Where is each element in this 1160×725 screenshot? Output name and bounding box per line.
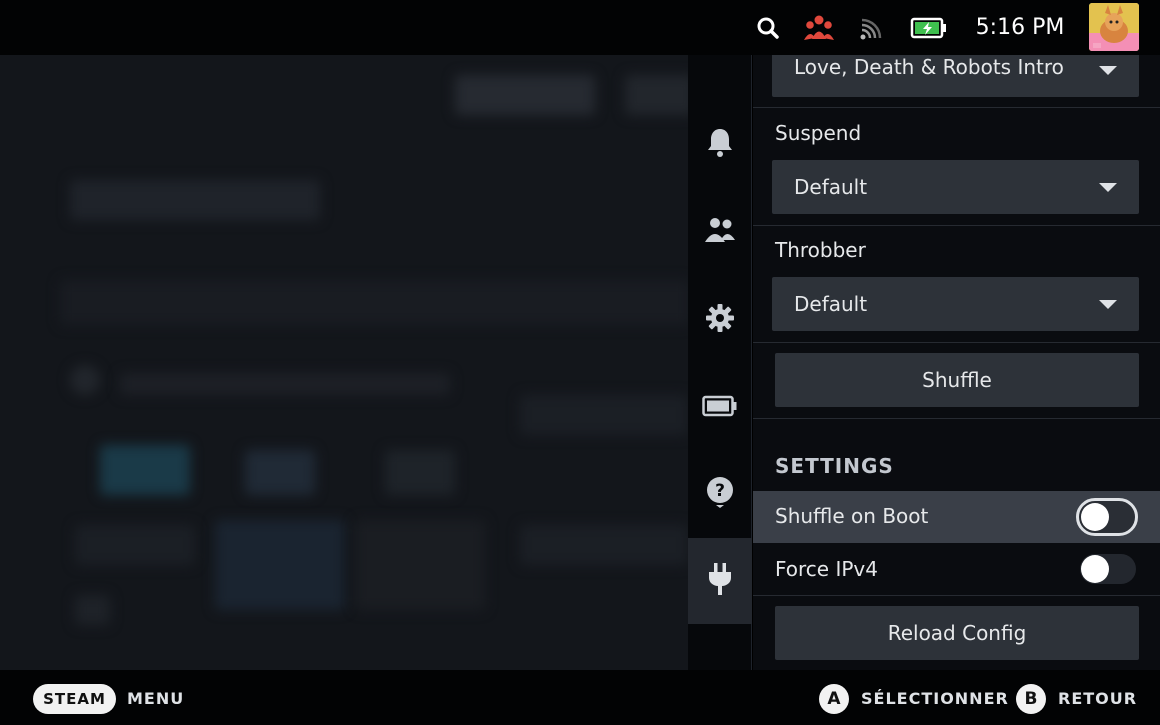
plug-icon — [707, 562, 733, 600]
sound-pack-dropdown[interactable]: Love, Death & Robots Intro — [772, 55, 1139, 97]
throbber-label: Throbber — [775, 238, 866, 262]
status-bar: 5:16 PM — [0, 0, 1160, 55]
bell-icon — [706, 127, 734, 161]
plugin-panel: Love, Death & Robots Intro Suspend Defau… — [753, 55, 1160, 670]
toggle-knob — [1081, 555, 1109, 583]
sound-pack-value: Love, Death & Robots Intro — [794, 55, 1064, 79]
side-nav: ? — [688, 55, 752, 670]
shuffle-on-boot-toggle[interactable] — [1076, 498, 1138, 536]
b-button-icon[interactable]: B — [1016, 684, 1046, 714]
throbber-dropdown[interactable]: Default — [772, 277, 1139, 331]
nav-performance[interactable] — [688, 365, 752, 451]
friends-icon — [704, 216, 736, 248]
toggle-knob — [1081, 503, 1109, 531]
gear-icon — [705, 303, 735, 337]
back-label: RETOUR — [1058, 689, 1138, 708]
suspend-label: Suspend — [775, 121, 862, 145]
wifi-icon[interactable] — [857, 15, 885, 43]
nav-settings[interactable] — [688, 277, 752, 363]
reload-config-button[interactable]: Reload Config — [775, 606, 1139, 660]
force-ipv4-row[interactable]: Force IPv4 — [753, 543, 1160, 595]
suspend-dropdown[interactable]: Default — [772, 160, 1139, 214]
search-icon[interactable] — [754, 14, 782, 42]
svg-text:?: ? — [715, 481, 725, 501]
divider — [753, 107, 1160, 108]
steam-button[interactable]: STEAM — [33, 684, 116, 714]
menu-label: MENU — [127, 689, 185, 708]
shuffle-on-boot-row[interactable]: Shuffle on Boot — [753, 491, 1160, 543]
help-icon: ? — [705, 476, 735, 512]
suspend-value: Default — [794, 175, 868, 199]
battery-icon — [702, 395, 738, 421]
chevron-down-icon — [1099, 299, 1117, 309]
shuffle-button[interactable]: Shuffle — [775, 353, 1139, 407]
chevron-down-icon — [1099, 182, 1117, 192]
nav-help[interactable]: ? — [688, 451, 752, 537]
bottom-bar: STEAM MENU A SÉLECTIONNER B RETOUR — [0, 670, 1160, 725]
blurred-background — [0, 55, 688, 670]
force-ipv4-label: Force IPv4 — [775, 557, 878, 581]
divider — [753, 595, 1160, 596]
divider — [753, 342, 1160, 343]
clock: 5:16 PM — [975, 15, 1065, 40]
force-ipv4-toggle[interactable] — [1080, 554, 1136, 584]
nav-friends[interactable] — [688, 189, 752, 275]
divider — [753, 225, 1160, 226]
a-button-icon[interactable]: A — [819, 684, 849, 714]
chevron-down-icon — [1099, 65, 1117, 75]
friends-icon[interactable] — [803, 13, 835, 43]
nav-notifications[interactable] — [688, 101, 752, 187]
throbber-value: Default — [794, 292, 868, 316]
select-label: SÉLECTIONNER — [861, 689, 1009, 708]
settings-heading: SETTINGS — [775, 454, 894, 478]
divider — [753, 418, 1160, 419]
nav-plugins[interactable] — [688, 538, 752, 624]
avatar[interactable] — [1089, 3, 1139, 51]
shuffle-on-boot-label: Shuffle on Boot — [775, 504, 929, 528]
battery-charging-icon[interactable] — [909, 15, 949, 41]
